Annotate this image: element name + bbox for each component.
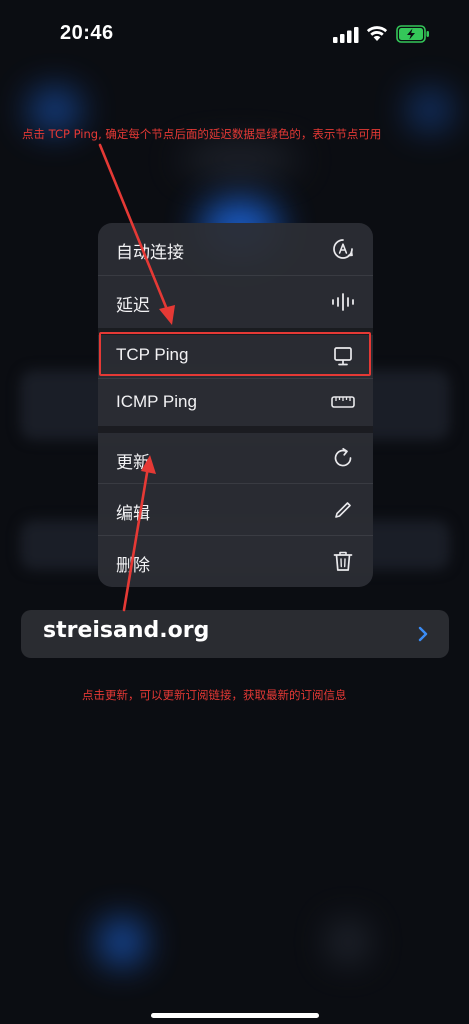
menu-item-label: 更新 bbox=[116, 453, 150, 472]
menu-item-delete[interactable]: 删除 bbox=[98, 536, 373, 587]
menu-item-label: 自动连接 bbox=[116, 243, 184, 262]
chevron-right-icon bbox=[418, 626, 428, 642]
refresh-icon bbox=[334, 447, 352, 467]
menu-item-label: ICMP Ping bbox=[116, 392, 197, 411]
menu-item-auto-connect[interactable]: 自动连接 bbox=[98, 223, 373, 275]
status-bar: 20:46 bbox=[0, 0, 469, 70]
background-glow bbox=[180, 148, 300, 172]
menu-item-latency[interactable]: 延迟 bbox=[98, 276, 373, 328]
menu-item-label: 删除 bbox=[116, 556, 150, 575]
status-time: 20:46 bbox=[60, 22, 114, 44]
auto-connect-icon bbox=[333, 239, 353, 259]
background-glow bbox=[100, 920, 144, 964]
menu-item-label: 延迟 bbox=[116, 296, 150, 315]
annotation-update: 点击更新，可以更新订阅链接，获取最新的订阅信息 bbox=[82, 688, 347, 702]
home-indicator[interactable] bbox=[151, 1013, 319, 1018]
menu-item-label: 编辑 bbox=[116, 504, 150, 523]
trash-icon bbox=[333, 551, 353, 571]
subscription-name: streisand.org bbox=[43, 618, 210, 643]
subscription-row[interactable]: streisand.org bbox=[21, 610, 449, 658]
pencil-icon bbox=[335, 502, 351, 518]
context-menu: 自动连接 延迟 TCP Ping ICMP Ping 更新 编辑 删除 bbox=[98, 223, 373, 587]
annotation-tcp-ping: 点击 TCP Ping, 确定每个节点后面的延迟数据是绿色的，表示节点可用 bbox=[22, 127, 382, 141]
menu-item-edit[interactable]: 编辑 bbox=[98, 484, 373, 535]
ruler-icon bbox=[331, 396, 355, 408]
wifi-icon bbox=[366, 26, 388, 41]
signal-icon bbox=[333, 27, 359, 43]
latency-bars-icon bbox=[332, 293, 354, 311]
menu-item-update[interactable]: 更新 bbox=[98, 433, 373, 483]
tcp-ping-highlight bbox=[99, 332, 371, 376]
background-glow bbox=[410, 92, 450, 128]
background-glow bbox=[30, 90, 80, 130]
menu-item-icmp-ping[interactable]: ICMP Ping bbox=[98, 379, 373, 426]
menu-divider bbox=[98, 426, 373, 433]
battery-charging-icon bbox=[396, 25, 429, 43]
background-glow bbox=[330, 922, 366, 962]
